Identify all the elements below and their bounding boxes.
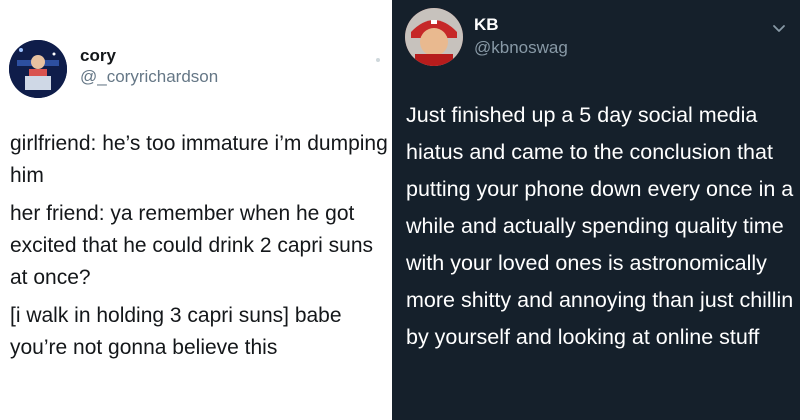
separator-dot bbox=[376, 58, 380, 62]
profile-photo-icon bbox=[9, 40, 67, 98]
author-handle[interactable]: @kbnoswag bbox=[474, 38, 568, 58]
avatar[interactable] bbox=[9, 40, 67, 98]
chevron-down-icon[interactable] bbox=[772, 24, 786, 34]
author-name[interactable]: cory bbox=[80, 46, 116, 66]
tweet-paragraph: girlfriend: he’s too immature i’m dumpin… bbox=[10, 132, 388, 187]
author-name[interactable]: KB bbox=[474, 15, 499, 35]
left-tweet-card: cory @_coryrichardson girlfriend: he’s t… bbox=[0, 0, 392, 420]
avatar[interactable] bbox=[405, 8, 463, 66]
tweet-paragraph: her friend: ya remember when he got exci… bbox=[10, 202, 374, 289]
tweet-text: girlfriend: he’s too immature i’m dumpin… bbox=[10, 128, 390, 370]
right-tweet-card: KB @kbnoswag Just finished up a 5 day so… bbox=[392, 0, 800, 420]
tweet-text: Just finished up a 5 day social media hi… bbox=[406, 103, 794, 349]
author-handle[interactable]: @_coryrichardson bbox=[80, 67, 218, 87]
tweet-paragraph: [i walk in holding 3 capri suns] babe yo… bbox=[10, 304, 342, 359]
profile-photo-icon bbox=[405, 8, 463, 66]
